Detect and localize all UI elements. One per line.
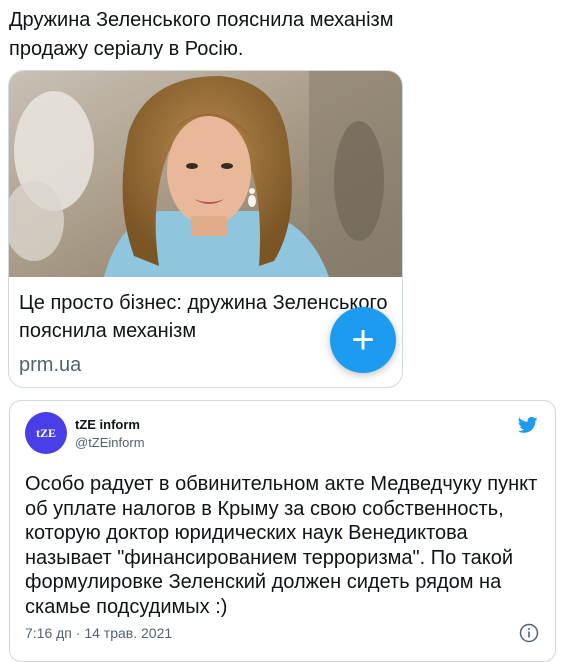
avatar[interactable]: tZE xyxy=(25,412,67,454)
link-preview-image[interactable] xyxy=(9,71,402,277)
tweet-body: Особо радует в обвинительном акте Медвед… xyxy=(25,473,538,618)
embedded-tweet-text: Дружина Зеленського пояснила механізм пр… xyxy=(9,9,394,60)
info-icon[interactable] xyxy=(519,623,539,643)
plus-icon: + xyxy=(351,318,375,362)
tweet-card[interactable]: tZE tZE inform @tZEinform Особо радует в… xyxy=(9,400,556,662)
author-display-name[interactable]: tZE inform xyxy=(75,417,140,432)
author-handle[interactable]: @tZEinform xyxy=(75,435,145,450)
twitter-bird-icon[interactable] xyxy=(516,415,540,435)
tweet-timestamp[interactable]: 7:16 дп · 14 трав. 2021 xyxy=(25,625,172,641)
compose-fab-button[interactable]: + xyxy=(330,307,396,373)
cropped-header xyxy=(10,0,310,4)
